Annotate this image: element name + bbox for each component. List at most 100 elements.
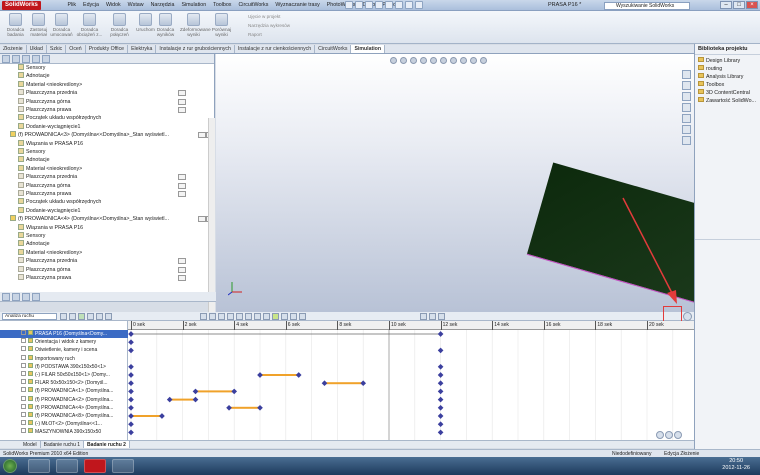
property-icon[interactable] <box>12 293 20 301</box>
keyframe[interactable] <box>257 404 263 411</box>
timeline-area[interactable] <box>128 330 694 440</box>
keyframe[interactable] <box>128 372 134 378</box>
tree-item[interactable]: Adnotacje <box>18 156 50 164</box>
add-key-icon[interactable] <box>227 313 234 320</box>
new-icon[interactable] <box>345 1 353 9</box>
motion-tree-item[interactable]: (-) MŁOT<2> (Domyślna<<1... <box>0 420 128 428</box>
view-orientation-icon[interactable] <box>430 57 437 64</box>
expand-icon[interactable] <box>21 412 26 417</box>
display-icon[interactable] <box>32 293 40 301</box>
keyframe[interactable] <box>437 347 444 354</box>
solidworks-logo[interactable]: SolidWorks <box>2 1 41 10</box>
study-properties-icon[interactable] <box>299 313 306 320</box>
command-tab[interactable]: Oceń <box>66 45 86 53</box>
study-tab[interactable]: Badanie ruchu 1 <box>41 441 85 448</box>
menu-item[interactable]: Toolbox <box>210 0 235 11</box>
keyframe[interactable] <box>437 396 444 403</box>
maximize-button[interactable]: □ <box>733 1 745 9</box>
tree-item[interactable]: Płaszczyzna prawa <box>18 274 71 282</box>
zoom-to-fit-icon[interactable] <box>390 57 397 64</box>
contact-icon[interactable] <box>272 313 279 320</box>
ribbon-small-item[interactable]: Narzędzia wykresów <box>248 22 290 29</box>
keyframe[interactable] <box>128 331 134 337</box>
playback-mode-icon[interactable] <box>105 313 112 320</box>
spring-icon[interactable] <box>245 313 252 320</box>
zoom-in-icon[interactable] <box>656 431 664 439</box>
motion-tree-item[interactable]: (-) FILAR 50x50x150<1> (Domy... <box>0 371 128 379</box>
keyframe[interactable] <box>321 380 328 387</box>
keyframe[interactable] <box>437 388 444 395</box>
results-plots-icon[interactable] <box>290 313 297 320</box>
tree-item[interactable]: Dodanie-wyciągnięcie1 <box>18 206 80 215</box>
change-bar[interactable] <box>195 390 235 393</box>
motion-tree-item[interactable]: Orientacja i widok z kamery <box>0 338 128 346</box>
app-taskbar-icon[interactable] <box>112 459 134 473</box>
playback-speed-icon[interactable] <box>96 313 103 320</box>
search-icon[interactable] <box>682 103 691 112</box>
command-tab[interactable]: Instalacje z rur grubościennych <box>156 45 235 53</box>
design-library-item[interactable]: routing <box>698 65 757 73</box>
firefox-icon[interactable] <box>28 459 50 473</box>
tree-item[interactable]: Płaszczyzna przednia <box>18 173 77 181</box>
section-view-icon[interactable] <box>420 57 427 64</box>
tree-item[interactable]: Materiał <nieokreślony> <box>18 164 82 173</box>
start-button-icon[interactable] <box>3 459 17 473</box>
ribbon-small-item[interactable]: Raport <box>248 31 262 38</box>
motion-tree-item[interactable]: (f) PROWADNICA<8> (Domyślna... <box>0 412 128 420</box>
feature-tree-icon[interactable] <box>2 293 10 301</box>
expand-icon[interactable] <box>21 428 26 434</box>
study-type-select[interactable]: Analiza ruchu <box>2 313 57 320</box>
zoom-area-icon[interactable] <box>400 57 407 64</box>
dimxpert-icon[interactable] <box>32 55 40 63</box>
command-tab[interactable]: Simulation <box>351 45 385 53</box>
close-button[interactable]: × <box>746 1 758 9</box>
view-palette-icon[interactable] <box>682 114 691 123</box>
keyframe[interactable] <box>437 331 444 337</box>
expand-icon[interactable] <box>21 338 26 344</box>
ribbon-small-item[interactable]: Ujęcie w projekt <box>248 13 280 20</box>
save-animation-icon[interactable] <box>200 313 207 320</box>
hide-show-icon[interactable] <box>450 57 457 64</box>
config-icon[interactable] <box>22 293 30 301</box>
tree-item[interactable]: Początek układu współrzędnych <box>18 198 101 206</box>
keyframe[interactable] <box>437 421 444 428</box>
collapse-icon[interactable] <box>420 313 427 320</box>
command-tab[interactable]: CircuitWorks <box>315 45 352 53</box>
change-bar[interactable] <box>131 415 162 417</box>
previous-view-icon[interactable] <box>410 57 417 64</box>
motion-tree-item[interactable]: (f) PROWADNICA<4> (Domyślna... <box>0 403 128 412</box>
tree-item[interactable]: Płaszczyzna górna <box>18 265 70 274</box>
view-settings-icon[interactable] <box>480 57 487 64</box>
property-manager-icon[interactable] <box>12 55 20 63</box>
keyframe[interactable] <box>128 421 134 428</box>
tree-item[interactable]: (f) PROWADNICA<4> (Domyślna<<Domyślna>_S… <box>10 215 169 223</box>
menu-item[interactable]: Wstaw <box>124 0 147 11</box>
keyframe[interactable] <box>257 372 263 378</box>
expand-icon[interactable] <box>21 403 26 409</box>
design-library-item[interactable]: Zawartość SolidWo... <box>698 97 757 105</box>
tree-item[interactable]: Materiał <nieokreślony> <box>18 248 82 257</box>
collapse-motion-manager-icon[interactable] <box>683 312 692 321</box>
keyframe[interactable] <box>166 396 173 403</box>
tree-item[interactable]: Adnotacje <box>18 72 50 80</box>
command-tab[interactable]: Elektryka <box>128 45 157 53</box>
solidworks-taskbar-icon[interactable] <box>84 459 106 473</box>
damper-icon[interactable] <box>254 313 261 320</box>
study-tab[interactable]: Model <box>20 441 41 448</box>
command-tab[interactable]: Złożenie <box>0 45 27 53</box>
tree-item[interactable]: Początek układu współrzędnych <box>18 114 101 122</box>
menu-item[interactable]: Wyznaczanie trasy <box>272 0 323 11</box>
change-bar[interactable] <box>229 406 260 409</box>
motion-tree-item[interactable]: (f) PROWADNICA<1> (Domyślna... <box>0 387 128 395</box>
apply-scene-icon[interactable] <box>470 57 477 64</box>
menu-item[interactable]: Simulation <box>178 0 210 11</box>
keyframe[interactable] <box>128 404 134 411</box>
keyframe[interactable] <box>128 396 134 403</box>
open-icon[interactable] <box>355 1 363 9</box>
zoom-out-icon[interactable] <box>665 431 673 439</box>
keyframe[interactable] <box>437 413 444 419</box>
zoom-fit-icon[interactable] <box>674 431 682 439</box>
keyframe[interactable] <box>437 380 444 387</box>
expand-icon[interactable] <box>21 387 26 393</box>
motion-tree-item[interactable]: (f) PROWADNICA<2> (Domyślna... <box>0 395 128 404</box>
